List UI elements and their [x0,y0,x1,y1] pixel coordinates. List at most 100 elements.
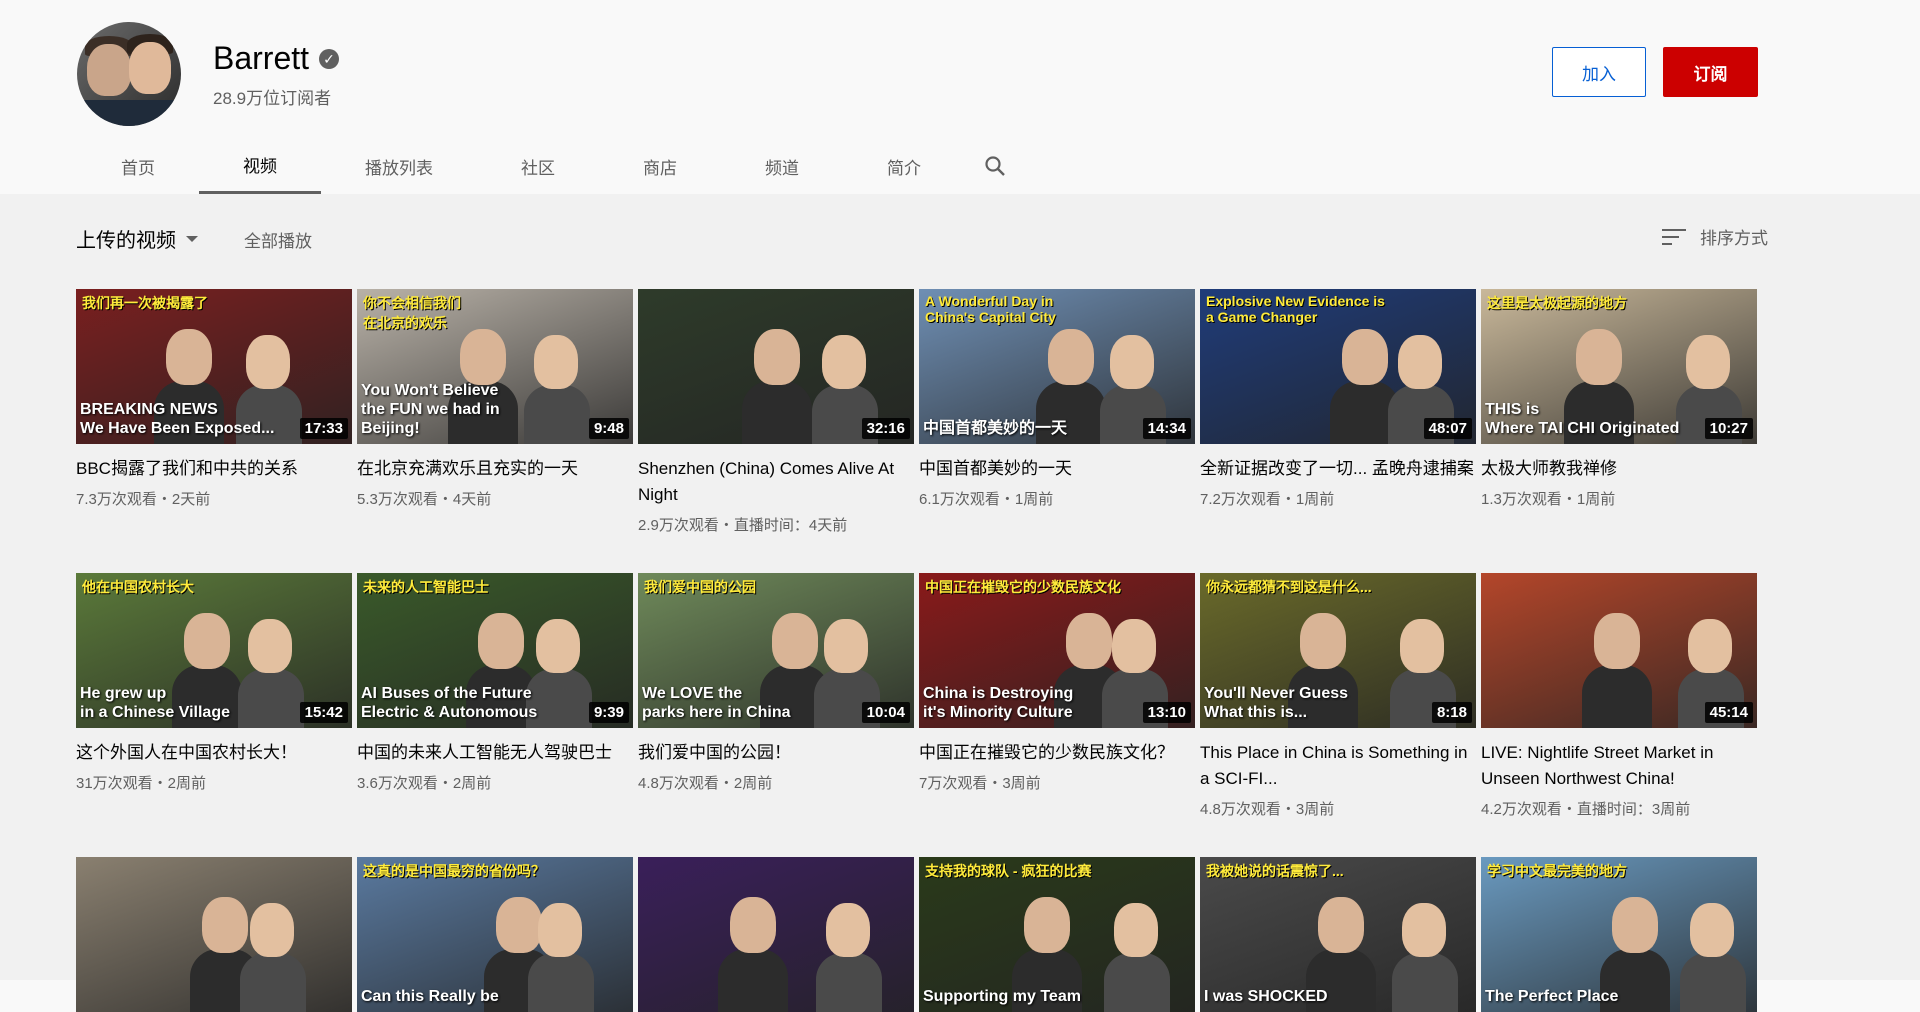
video-thumbnail[interactable]: 你不会相信我们 在北京的欢乐 You Won't Believe the FUN … [357,289,633,444]
uploads-dropdown[interactable]: 上传的视频 [76,224,198,253]
duration-badge: 14:34 [1142,418,1191,439]
video-meta: 31万次观看・2周前 [76,775,207,792]
thumbnail-person [826,903,870,957]
video-card[interactable]: 中国正在摧毁它的少数民族文化 China is Destroying it's M… [919,573,1195,793]
video-title[interactable]: LIVE: Nightlife Street Market in Unseen … [1481,740,1757,792]
video-card[interactable]: 这真的是中国最穷的省份吗？ Can this Really be [357,857,633,1012]
thumbnail-banner-text: 他在中国农村长大 [82,579,194,595]
duration-badge: 32:16 [861,418,910,439]
thumbnail-caption-text: THIS is Where TAI CHI Originated [1485,401,1680,437]
check-circle-icon: ✓ [319,48,340,69]
tab-channels[interactable]: 频道 [721,138,843,194]
thumbnail-person [1686,335,1730,389]
thumbnail-caption-text: BREAKING NEWS We Have Been Exposed... [80,401,275,437]
video-thumbnail[interactable]: A Wonderful Day in China's Capital City 中… [919,289,1195,444]
video-card[interactable]: 未来的人工智能巴士 AI Buses of the Future Electric… [357,573,633,793]
video-thumbnail[interactable]: 你永远都猜不到这是什么... You'll Never Guess What th… [1200,573,1476,728]
video-title[interactable]: Shenzhen (China) Comes Alive At Night [638,456,914,508]
thumbnail-banner-text: 中国正在摧毁它的少数民族文化 [925,579,1121,595]
video-title[interactable]: 太极大师教我禅修 [1481,456,1757,482]
video-thumbnail[interactable]: 中国正在摧毁它的少数民族文化 China is Destroying it's M… [919,573,1195,728]
tab-community[interactable]: 社区 [477,138,599,194]
video-card[interactable]: 32:16 Shenzhen (China) Comes Alive At Nig… [638,289,914,535]
thumbnail-person [1594,613,1640,669]
video-title[interactable]: 我们爱中国的公园！ [638,740,914,766]
video-meta: 3.6万次观看・2周前 [357,775,492,792]
video-thumbnail[interactable]: 我们再一次被揭露了 BREAKING NEWS We Have Been Expo… [76,289,352,444]
subscribe-button[interactable]: 订阅 [1663,47,1758,97]
video-card[interactable]: 支持我的球队 - 疯狂的比赛 Supporting my Team [919,857,1195,1012]
duration-badge: 45:14 [1704,702,1753,723]
video-title[interactable]: BBC揭露了我们和中共的关系 [76,456,352,482]
duration-badge: 9:48 [588,418,629,439]
thumbnail-banner-text: 你永远都猜不到这是什么... [1206,579,1372,595]
video-thumbnail[interactable]: 他在中国农村长大 He grew up in a Chinese Village 1… [76,573,352,728]
video-card[interactable]: 他在中国农村长大 He grew up in a Chinese Village 1… [76,573,352,793]
channel-avatar[interactable] [77,22,181,126]
video-thumbnail[interactable] [638,857,914,1012]
thumbnail-person [1688,619,1732,673]
video-thumbnail[interactable]: 学习中文最完美的地方 The Perfect Place [1481,857,1757,1012]
video-thumbnail[interactable]: 未来的人工智能巴士 AI Buses of the Future Electric… [357,573,633,728]
thumbnail-person [248,619,292,673]
thumbnail-person [478,613,524,669]
caret-down-icon [186,235,198,242]
channel-name: Barrett ✓ [213,40,340,77]
video-thumbnail[interactable]: 这真的是中国最穷的省份吗？ Can this Really be [357,857,633,1012]
video-card[interactable]: 你永远都猜不到这是什么... You'll Never Guess What th… [1200,573,1476,819]
video-card[interactable]: Explosive New Evidence is a Game Changer… [1200,289,1476,509]
thumbnail-banner-text: A Wonderful Day in China's Capital City [925,293,1056,325]
video-thumbnail[interactable] [76,857,352,1012]
tab-videos[interactable]: 视频 [199,138,321,194]
search-icon[interactable] [965,138,1025,194]
thumbnail-banner-text: 我们再一次被揭露了 [82,295,208,311]
tab-store[interactable]: 商店 [599,138,721,194]
tab-about[interactable]: 简介 [843,138,965,194]
video-card[interactable]: 我被她说的话震惊了... I was SHOCKED [1200,857,1476,1012]
tab-playlists[interactable]: 播放列表 [321,138,477,194]
video-title[interactable]: This Place in China is Something in a SC… [1200,740,1476,792]
video-card[interactable]: A Wonderful Day in China's Capital City 中… [919,289,1195,509]
thumbnail-person-body [1582,665,1652,728]
video-thumbnail[interactable]: 支持我的球队 - 疯狂的比赛 Supporting my Team [919,857,1195,1012]
video-card[interactable]: 45:14 LIVE: Nightlife Street Market in Un… [1481,573,1757,819]
thumbnail-person [822,335,866,389]
thumbnail-person [496,897,542,953]
video-meta: 7.2万次观看・1周前 [1200,491,1335,508]
video-title[interactable]: 在北京充满欢乐且充实的一天 [357,456,633,482]
video-thumbnail[interactable]: Explosive New Evidence is a Game Changer… [1200,289,1476,444]
thumbnail-person [536,619,580,673]
avatar-face-right [129,42,171,94]
thumbnail-banner-text: 这真的是中国最穷的省份吗？ [363,863,545,879]
video-card[interactable]: 我们爱中国的公园 We LOVE the parks here in China 1… [638,573,914,793]
thumbnail-person [1112,619,1156,673]
video-thumbnail[interactable]: 32:16 [638,289,914,444]
video-thumbnail[interactable]: 这里是太极起源的地方 THIS is Where TAI CHI Originat… [1481,289,1757,444]
video-thumbnail[interactable]: 我们爱中国的公园 We LOVE the parks here in China 1… [638,573,914,728]
video-card[interactable]: 这里是太极起源的地方 THIS is Where TAI CHI Originat… [1481,289,1757,509]
duration-badge: 13:10 [1142,702,1191,723]
video-title[interactable]: 中国首都美妙的一天 [919,456,1195,482]
video-card[interactable]: 你不会相信我们 在北京的欢乐 You Won't Believe the FUN … [357,289,633,509]
duration-badge: 15:42 [299,702,348,723]
video-thumbnail[interactable]: 我被她说的话震惊了... I was SHOCKED [1200,857,1476,1012]
videos-content: 上传的视频 全部播放 排序方式 我们再一次被揭露了 BREAKING NEWS W… [0,194,1920,1012]
sort-label: 排序方式 [1700,229,1768,248]
join-button[interactable]: 加入 [1552,47,1646,97]
video-title[interactable]: 中国正在摧毁它的少数民族文化？ [919,740,1195,766]
video-title[interactable]: 全新证据改变了一切... 孟晚舟逮捕案 [1200,456,1476,482]
thumbnail-person [1318,897,1364,953]
tab-home[interactable]: 首页 [77,138,199,194]
video-thumbnail[interactable]: 45:14 [1481,573,1757,728]
video-card[interactable] [76,857,352,1012]
video-title[interactable]: 这个外国人在中国农村长大！ [76,740,352,766]
video-title[interactable]: 中国的未来人工智能无人驾驶巴士 [357,740,633,766]
sort-button[interactable]: 排序方式 [1662,224,1768,249]
video-card[interactable]: 我们再一次被揭露了 BREAKING NEWS We Have Been Expo… [76,289,352,509]
play-all-link[interactable]: 全部播放 [244,227,312,252]
video-meta: 7万次观看・3周前 [919,775,1041,792]
thumbnail-person [772,613,818,669]
thumbnail-person [730,897,776,953]
video-card[interactable]: 学习中文最完美的地方 The Perfect Place [1481,857,1757,1012]
video-card[interactable] [638,857,914,1012]
